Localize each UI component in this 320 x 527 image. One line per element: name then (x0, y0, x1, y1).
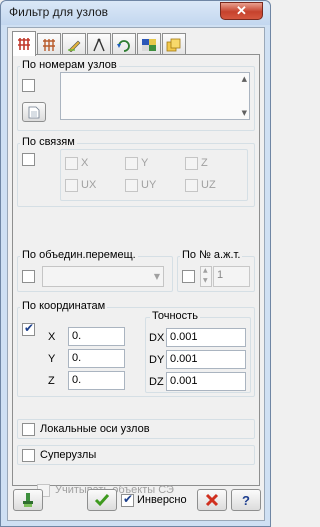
accuracy-dx-input[interactable]: 0.001 (166, 328, 246, 347)
tab-nodes[interactable] (12, 31, 36, 56)
dof-x-checkbox[interactable] (65, 157, 78, 170)
by-union-checkbox[interactable] (22, 270, 35, 283)
help-icon: ? (242, 492, 250, 508)
dof-uz-checkbox[interactable] (185, 179, 198, 192)
tab-layers[interactable] (162, 33, 186, 55)
coord-z-input[interactable]: 0. (68, 371, 125, 390)
tab-compass[interactable] (87, 33, 111, 55)
title-bar[interactable]: Фильтр для узлов ✕ (1, 1, 270, 25)
accuracy-label: Точность (150, 310, 200, 322)
stiffness-number-input[interactable]: 1 (213, 266, 250, 287)
local-axes-row: Локальные оси узлов (17, 419, 255, 439)
by-stiffness-label: По № а.ж.т. (180, 249, 243, 261)
pencil-filter-icon (68, 40, 81, 52)
by-numbers-checkbox[interactable] (22, 79, 35, 92)
apply-filter-button[interactable] (13, 489, 43, 511)
paint-brush-icon (23, 493, 33, 507)
dof-uz-label: UZ (201, 179, 216, 191)
numbers-list-button[interactable] (22, 102, 46, 122)
by-links-label: По связям (20, 136, 77, 148)
close-icon: ✕ (236, 3, 247, 18)
coord-y-label: Y (48, 353, 56, 365)
window-title: Фильтр для узлов (9, 5, 109, 19)
tab-pencil[interactable] (62, 33, 86, 55)
accuracy-dy-label: DY (149, 354, 165, 366)
tab-rotate[interactable] (112, 33, 136, 55)
dof-uy-label: UY (141, 179, 157, 191)
red-x-icon (205, 493, 219, 507)
document-icon (28, 106, 40, 118)
accuracy-dx-label: DX (149, 332, 165, 344)
dof-y-checkbox[interactable] (125, 157, 138, 170)
help-button[interactable]: ? (231, 489, 261, 511)
dof-ux-label: UX (81, 179, 97, 191)
checkmark-icon (94, 494, 110, 507)
by-coords-checkbox[interactable] (22, 321, 35, 336)
spin-up-icon[interactable]: ▲ (203, 267, 208, 274)
by-numbers-label: По номерам узлов (20, 59, 119, 71)
accuracy-dz-label: DZ (149, 376, 164, 388)
by-coords-label: По координатам (20, 300, 108, 312)
accuracy-dy-input[interactable]: 0.001 (166, 350, 246, 369)
dof-ux-checkbox[interactable] (65, 179, 78, 192)
stiffness-spinner[interactable]: ▲ ▼ (200, 266, 212, 287)
dof-uy-checkbox[interactable] (125, 179, 138, 192)
color-grid-icon (142, 38, 156, 51)
rotate-filter-icon (117, 39, 130, 52)
by-coords-group: По координатам X 0. Y 0. Z 0. Точность D… (17, 300, 255, 397)
dof-x-label: X (81, 157, 89, 169)
accuracy-group: Точность DX 0.001 DY 0.001 DZ 0.001 (145, 310, 251, 393)
coord-z-label: Z (48, 375, 55, 387)
layers-copy-icon (166, 38, 181, 51)
by-union-label: По объедин.перемещ. (20, 249, 138, 261)
dof-z-checkbox[interactable] (185, 157, 198, 170)
inverse-label[interactable]: Инверсно (137, 494, 187, 506)
chevron-down-icon: ▼ (153, 272, 160, 281)
by-links-group: По связям X Y Z UX UY UZ (17, 136, 255, 207)
scroll-up-icon[interactable]: ▲ (242, 75, 247, 83)
dialog-window: Фильтр для узлов ✕ По номерам узлов ▲ ▼ … (0, 0, 271, 527)
dialog-client: По номерам узлов ▲ ▼ По связям X Y Z UX … (7, 27, 265, 521)
by-union-group: По объедин.перемещ. ▼ (17, 249, 173, 292)
spin-down-icon[interactable]: ▼ (203, 277, 208, 284)
by-stiffness-group: По № а.ж.т. ▲ ▼ 1 (177, 249, 255, 292)
coord-y-input[interactable]: 0. (68, 349, 125, 368)
node-filter-icon (18, 38, 30, 50)
inverse-checkbox[interactable] (121, 492, 134, 507)
union-select[interactable]: ▼ (42, 266, 164, 287)
cancel-button[interactable] (197, 489, 227, 511)
coord-x-label: X (48, 331, 56, 343)
node-numbers-textarea[interactable]: ▲ ▼ (60, 72, 250, 120)
supernodes-row: Суперузлы (17, 445, 255, 465)
supernodes-label[interactable]: Суперузлы (40, 449, 96, 461)
element-filter-icon (43, 38, 55, 51)
close-button[interactable]: ✕ (220, 2, 263, 20)
ok-button[interactable] (87, 489, 117, 511)
accuracy-dz-input[interactable]: 0.001 (166, 372, 246, 391)
scroll-down-icon[interactable]: ▼ (242, 109, 247, 117)
by-links-checkbox[interactable] (22, 153, 35, 166)
coord-x-input[interactable]: 0. (68, 327, 125, 346)
dof-z-label: Z (201, 157, 208, 169)
dof-grid: X Y Z UX UY UZ (60, 149, 248, 201)
by-numbers-group: По номерам узлов ▲ ▼ (17, 59, 255, 131)
local-axes-checkbox[interactable] (22, 423, 35, 436)
tab-colors[interactable] (137, 33, 161, 55)
compass-filter-icon (93, 38, 105, 51)
local-axes-label[interactable]: Локальные оси узлов (40, 423, 150, 435)
by-stiffness-checkbox[interactable] (182, 270, 195, 283)
tab-elements[interactable] (37, 33, 61, 55)
supernodes-checkbox[interactable] (22, 449, 35, 462)
tab-panel: По номерам узлов ▲ ▼ По связям X Y Z UX … (12, 54, 260, 497)
dof-y-label: Y (141, 157, 149, 169)
